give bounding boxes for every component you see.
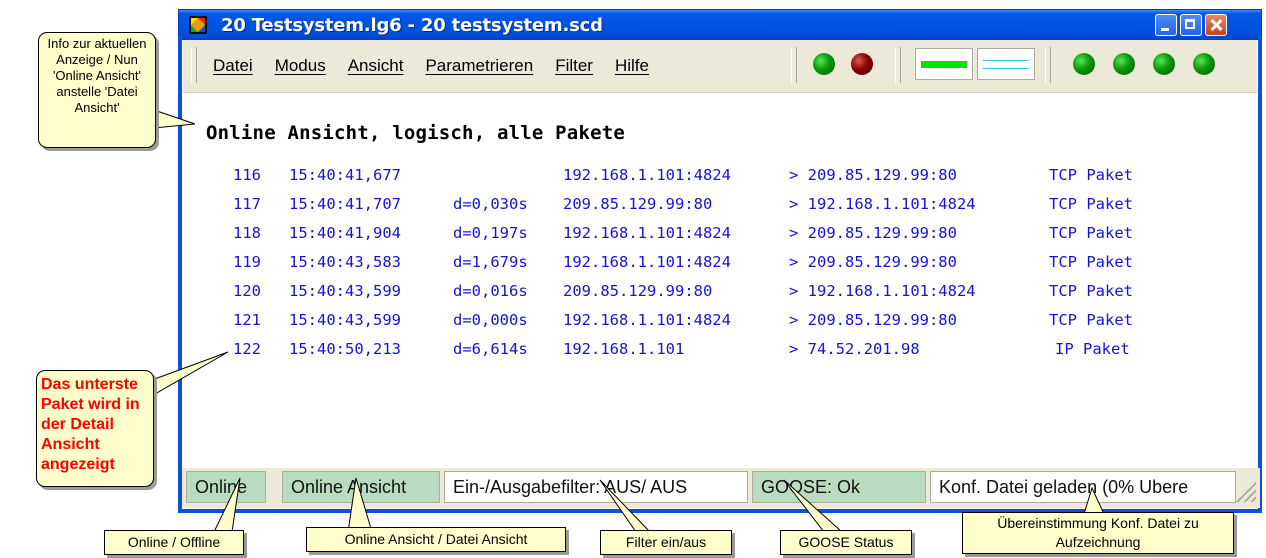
callout-detail: Das unterste Paket wird in der Detail An… bbox=[36, 370, 154, 487]
callout-pointers bbox=[147, 109, 1105, 533]
callout-info: Info zur aktuellen Anzeige / Nun 'Online… bbox=[38, 32, 156, 148]
callout-config: Übereinstimmung Konf. Datei zu Aufzeichn… bbox=[962, 512, 1234, 554]
callout-filter: Filter ein/aus bbox=[600, 530, 732, 555]
callout-goose: GOOSE Status bbox=[780, 530, 912, 555]
callout-online-offline: Online / Offline bbox=[104, 530, 244, 555]
callout-view-mode: Online Ansicht / Datei Ansicht bbox=[306, 527, 566, 552]
